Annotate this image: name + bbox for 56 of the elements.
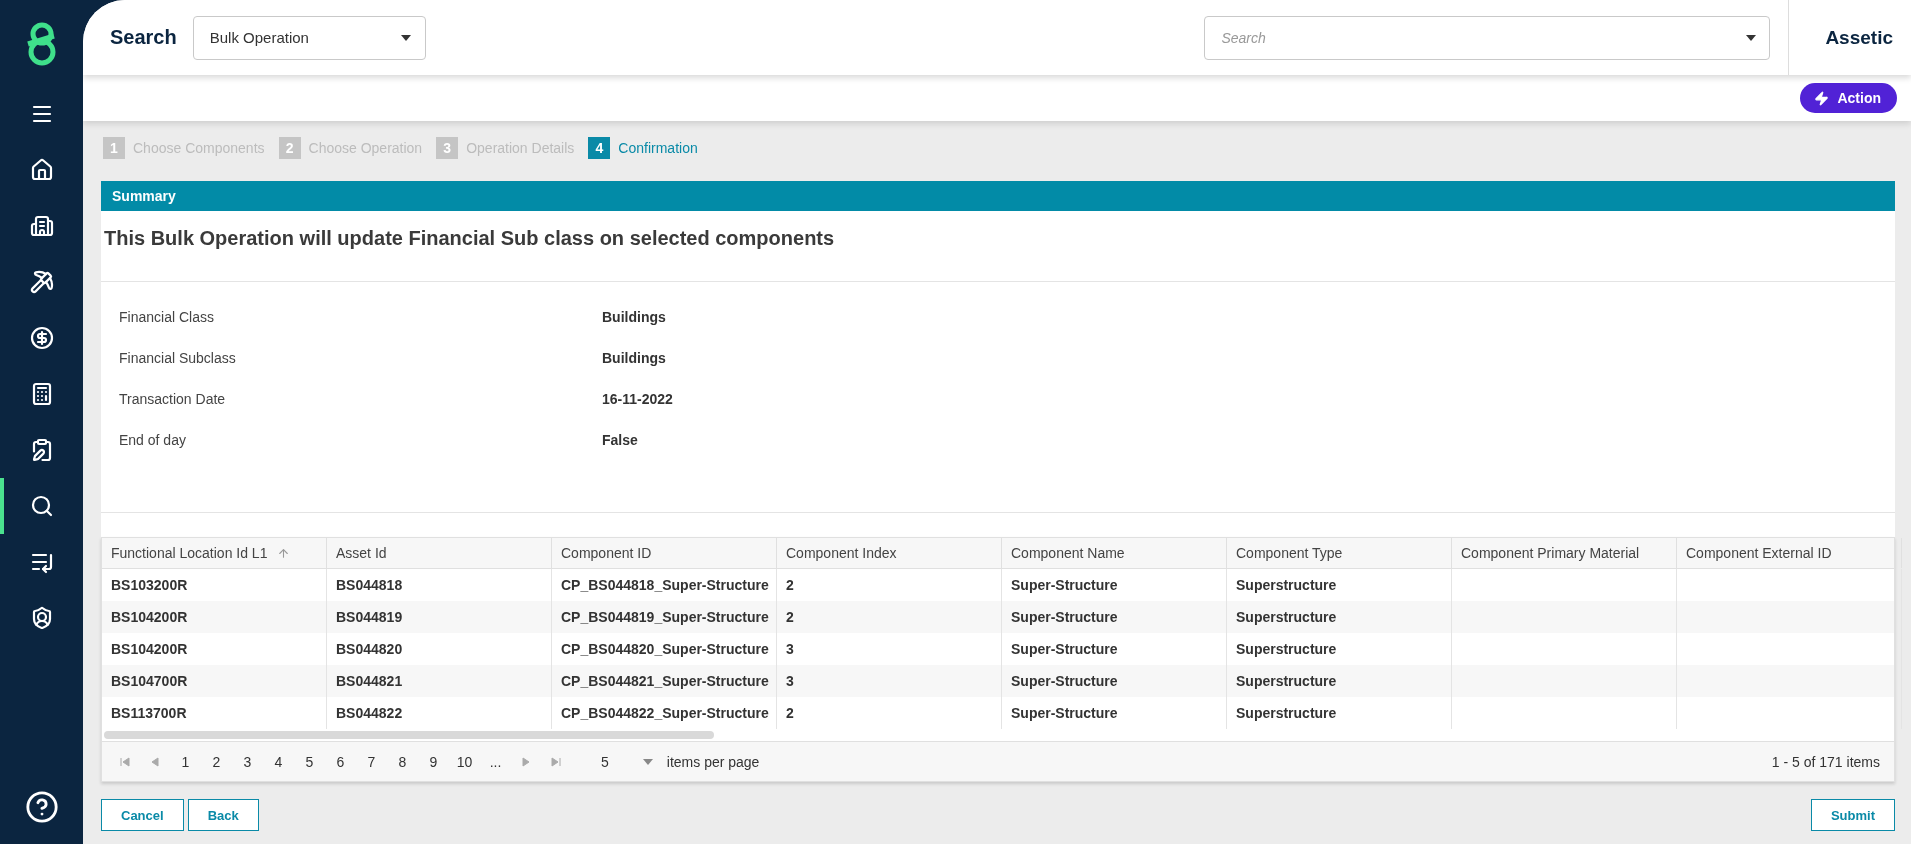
field-label: End of day [119, 431, 187, 448]
home-icon [29, 158, 54, 182]
building-icon [29, 214, 54, 238]
back-button[interactable]: Back [187, 799, 259, 831]
step-label: Confirmation [618, 140, 698, 156]
page-link[interactable]: 3 [232, 753, 263, 770]
field-label: Financial Class [119, 308, 215, 325]
lightning-icon [1814, 90, 1830, 106]
page-link[interactable]: 9 [418, 753, 449, 770]
caret-icon [1746, 34, 1757, 41]
summary-heading: This Bulk Operation will update Financial Sub class on selected components [103, 226, 836, 251]
field-value: False [602, 431, 639, 448]
column-header[interactable]: Component Index [777, 538, 1002, 568]
pager-info: 1 - 5 of 171 items [1771, 753, 1881, 770]
column-header[interactable]: Asset Id [327, 538, 552, 568]
page-link[interactable]: 8 [387, 753, 418, 770]
submit-button[interactable]: Submit [1810, 799, 1895, 831]
search-type-dropdown[interactable]: Bulk Operation [192, 15, 426, 60]
column-header[interactable]: Functional Location Id L1 [102, 538, 327, 568]
step-number: 1 [103, 137, 125, 159]
column-header[interactable]: Component Primary Material [1452, 538, 1677, 568]
page-link[interactable]: 5 [294, 753, 325, 770]
pickaxe-icon [29, 270, 54, 294]
caret-icon [400, 34, 411, 41]
field-value: 16-11-2022 [602, 390, 674, 407]
cancel-button[interactable]: Cancel [101, 799, 184, 831]
page-link[interactable]: 2 [201, 753, 232, 770]
field-value: Buildings [602, 349, 667, 366]
caret-icon [642, 758, 653, 765]
step-number: 4 [588, 137, 611, 159]
step-number: 3 [436, 137, 459, 159]
page-link[interactable]: ... [480, 753, 511, 770]
header-title: Search [110, 26, 177, 49]
dollar-icon [29, 326, 54, 350]
field-value: Buildings [602, 308, 667, 325]
page-size-label: items per page [666, 753, 760, 770]
step-number: 2 [278, 137, 301, 159]
column-header[interactable]: Component ID [552, 538, 777, 568]
page-link[interactable]: 4 [263, 753, 294, 770]
help-button[interactable] [24, 790, 59, 824]
page-link[interactable]: 10 [449, 753, 480, 770]
column-header[interactable]: Component Type [1227, 538, 1452, 568]
column-header[interactable]: Component External ID [1677, 538, 1902, 568]
page-size-dropdown[interactable]: 5 [601, 753, 653, 770]
page-link[interactable]: 7 [356, 753, 387, 770]
field-label: Transaction Date [119, 390, 227, 407]
page-link[interactable]: 6 [325, 753, 356, 770]
search-field[interactable]: Search [1204, 15, 1771, 60]
action-button[interactable]: Action [1800, 83, 1897, 113]
wizard-step[interactable]: 4 Confirmation [588, 137, 698, 159]
page-link[interactable]: 1 [170, 753, 201, 770]
summary-bar: Summary [101, 181, 1895, 211]
scrollbar-thumb[interactable] [104, 731, 714, 739]
search-icon [29, 494, 54, 518]
column-header[interactable]: Component Name [1002, 538, 1227, 568]
field-label: Financial Subclass [119, 349, 237, 366]
